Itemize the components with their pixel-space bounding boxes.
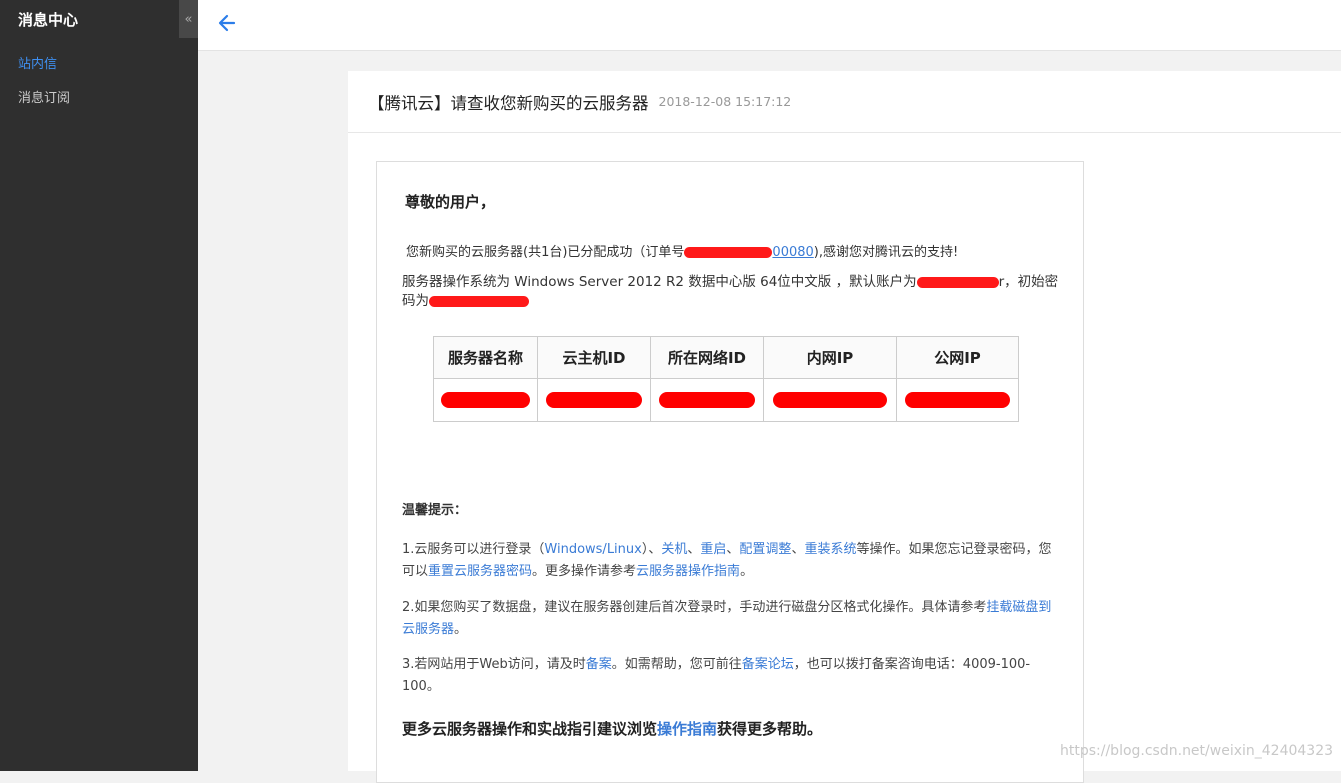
sidebar-item-inbox[interactable]: 站内信 [18, 53, 57, 72]
arrow-left-icon[interactable] [216, 12, 238, 34]
link-operation-guide[interactable]: 云服务器操作指南 [636, 564, 740, 579]
top-bar [198, 0, 1341, 51]
table-header-row: 服务器名称 云主机ID 所在网络ID 内网IP 公网IP [433, 336, 1019, 379]
col-network-id: 所在网络ID [650, 336, 764, 379]
redaction-scribble [772, 392, 888, 408]
more-help: 更多云服务器操作和实战指引建议浏览操作指南获得更多帮助。 [402, 720, 823, 738]
link-reinstall[interactable]: 重装系统 [804, 542, 856, 557]
sidebar-header: 消息中心 « [0, 0, 198, 38]
tip-data-disk: 2.如果您购买了数据盘，建议在服务器创建后首次登录时，手动进行磁盘分区格式化操作… [402, 600, 1052, 637]
col-instance-id: 云主机ID [537, 336, 651, 379]
link-config-adjust[interactable]: 配置调整 [739, 542, 791, 557]
sidebar-title: 消息中心 [18, 11, 79, 29]
order-paragraph: 您新购买的云服务器(共1台)已分配成功（订单号 00080),感谢您对腾讯云的支持… [406, 245, 959, 260]
col-server-name: 服务器名称 [433, 336, 538, 379]
redaction-scribble [684, 247, 773, 258]
sidebar: 消息中心 « 站内信 消息订阅 [0, 0, 198, 771]
redaction-scribble [429, 295, 529, 307]
watermark: https://blog.csdn.net/weixin_42404323 [1060, 743, 1334, 759]
tips-title: 温馨提示： [402, 503, 468, 518]
message-time: 2018-12-08 15:17:12 [658, 94, 792, 109]
table-cell [433, 378, 538, 422]
redaction-scribble [916, 276, 999, 288]
col-public-ip: 公网IP [896, 336, 1019, 379]
server-table: 服务器名称 云主机ID 所在网络ID 内网IP 公网IP [433, 336, 1019, 422]
table-row [433, 378, 1019, 422]
table-cell [537, 378, 651, 422]
redaction-scribble [905, 392, 1010, 408]
redaction-scribble [441, 392, 530, 408]
message-title: 【腾讯云】请查收您新购买的云服务器 [368, 93, 649, 113]
greeting: 尊敬的用户， [405, 193, 496, 211]
link-restart[interactable]: 重启 [700, 542, 726, 557]
redaction-scribble [545, 392, 643, 408]
link-shutdown[interactable]: 关机 [661, 542, 687, 557]
link-guide[interactable]: 操作指南 [657, 720, 717, 738]
sidebar-item-subscription[interactable]: 消息订阅 [18, 87, 70, 106]
mail-body: 尊敬的用户， 您新购买的云服务器(共1台)已分配成功（订单号 00080),感谢您… [376, 161, 1084, 783]
link-reset-password[interactable]: 重置云服务器密码 [428, 564, 532, 579]
credentials-paragraph: 服务器操作系统为 Windows Server 2012 R2 数据中心版 64… [402, 274, 1059, 309]
link-windows-linux[interactable]: Windows/Linux [544, 542, 641, 557]
table-cell [650, 378, 764, 422]
tip-icp-filing: 3.若网站用于Web访问，请及时备案。如需帮助，您可前往备案论坛，也可以拨打备案… [402, 657, 1031, 694]
order-number[interactable]: 00080 [772, 245, 813, 260]
table-cell [896, 378, 1019, 422]
tip-login: 1.云服务可以进行登录（Windows/Linux）、关机、重启、配置调整、重装… [402, 542, 1052, 579]
message-header: 【腾讯云】请查收您新购买的云服务器 2018-12-08 15:17:12 [348, 71, 1341, 133]
col-private-ip: 内网IP [763, 336, 897, 379]
message-card: 【腾讯云】请查收您新购买的云服务器 2018-12-08 15:17:12 尊敬… [348, 71, 1341, 783]
redaction-scribble [658, 392, 756, 408]
table-cell [763, 378, 897, 422]
link-filing[interactable]: 备案 [586, 657, 612, 672]
collapse-icon[interactable]: « [179, 0, 198, 38]
link-filing-forum[interactable]: 备案论坛 [742, 657, 794, 672]
